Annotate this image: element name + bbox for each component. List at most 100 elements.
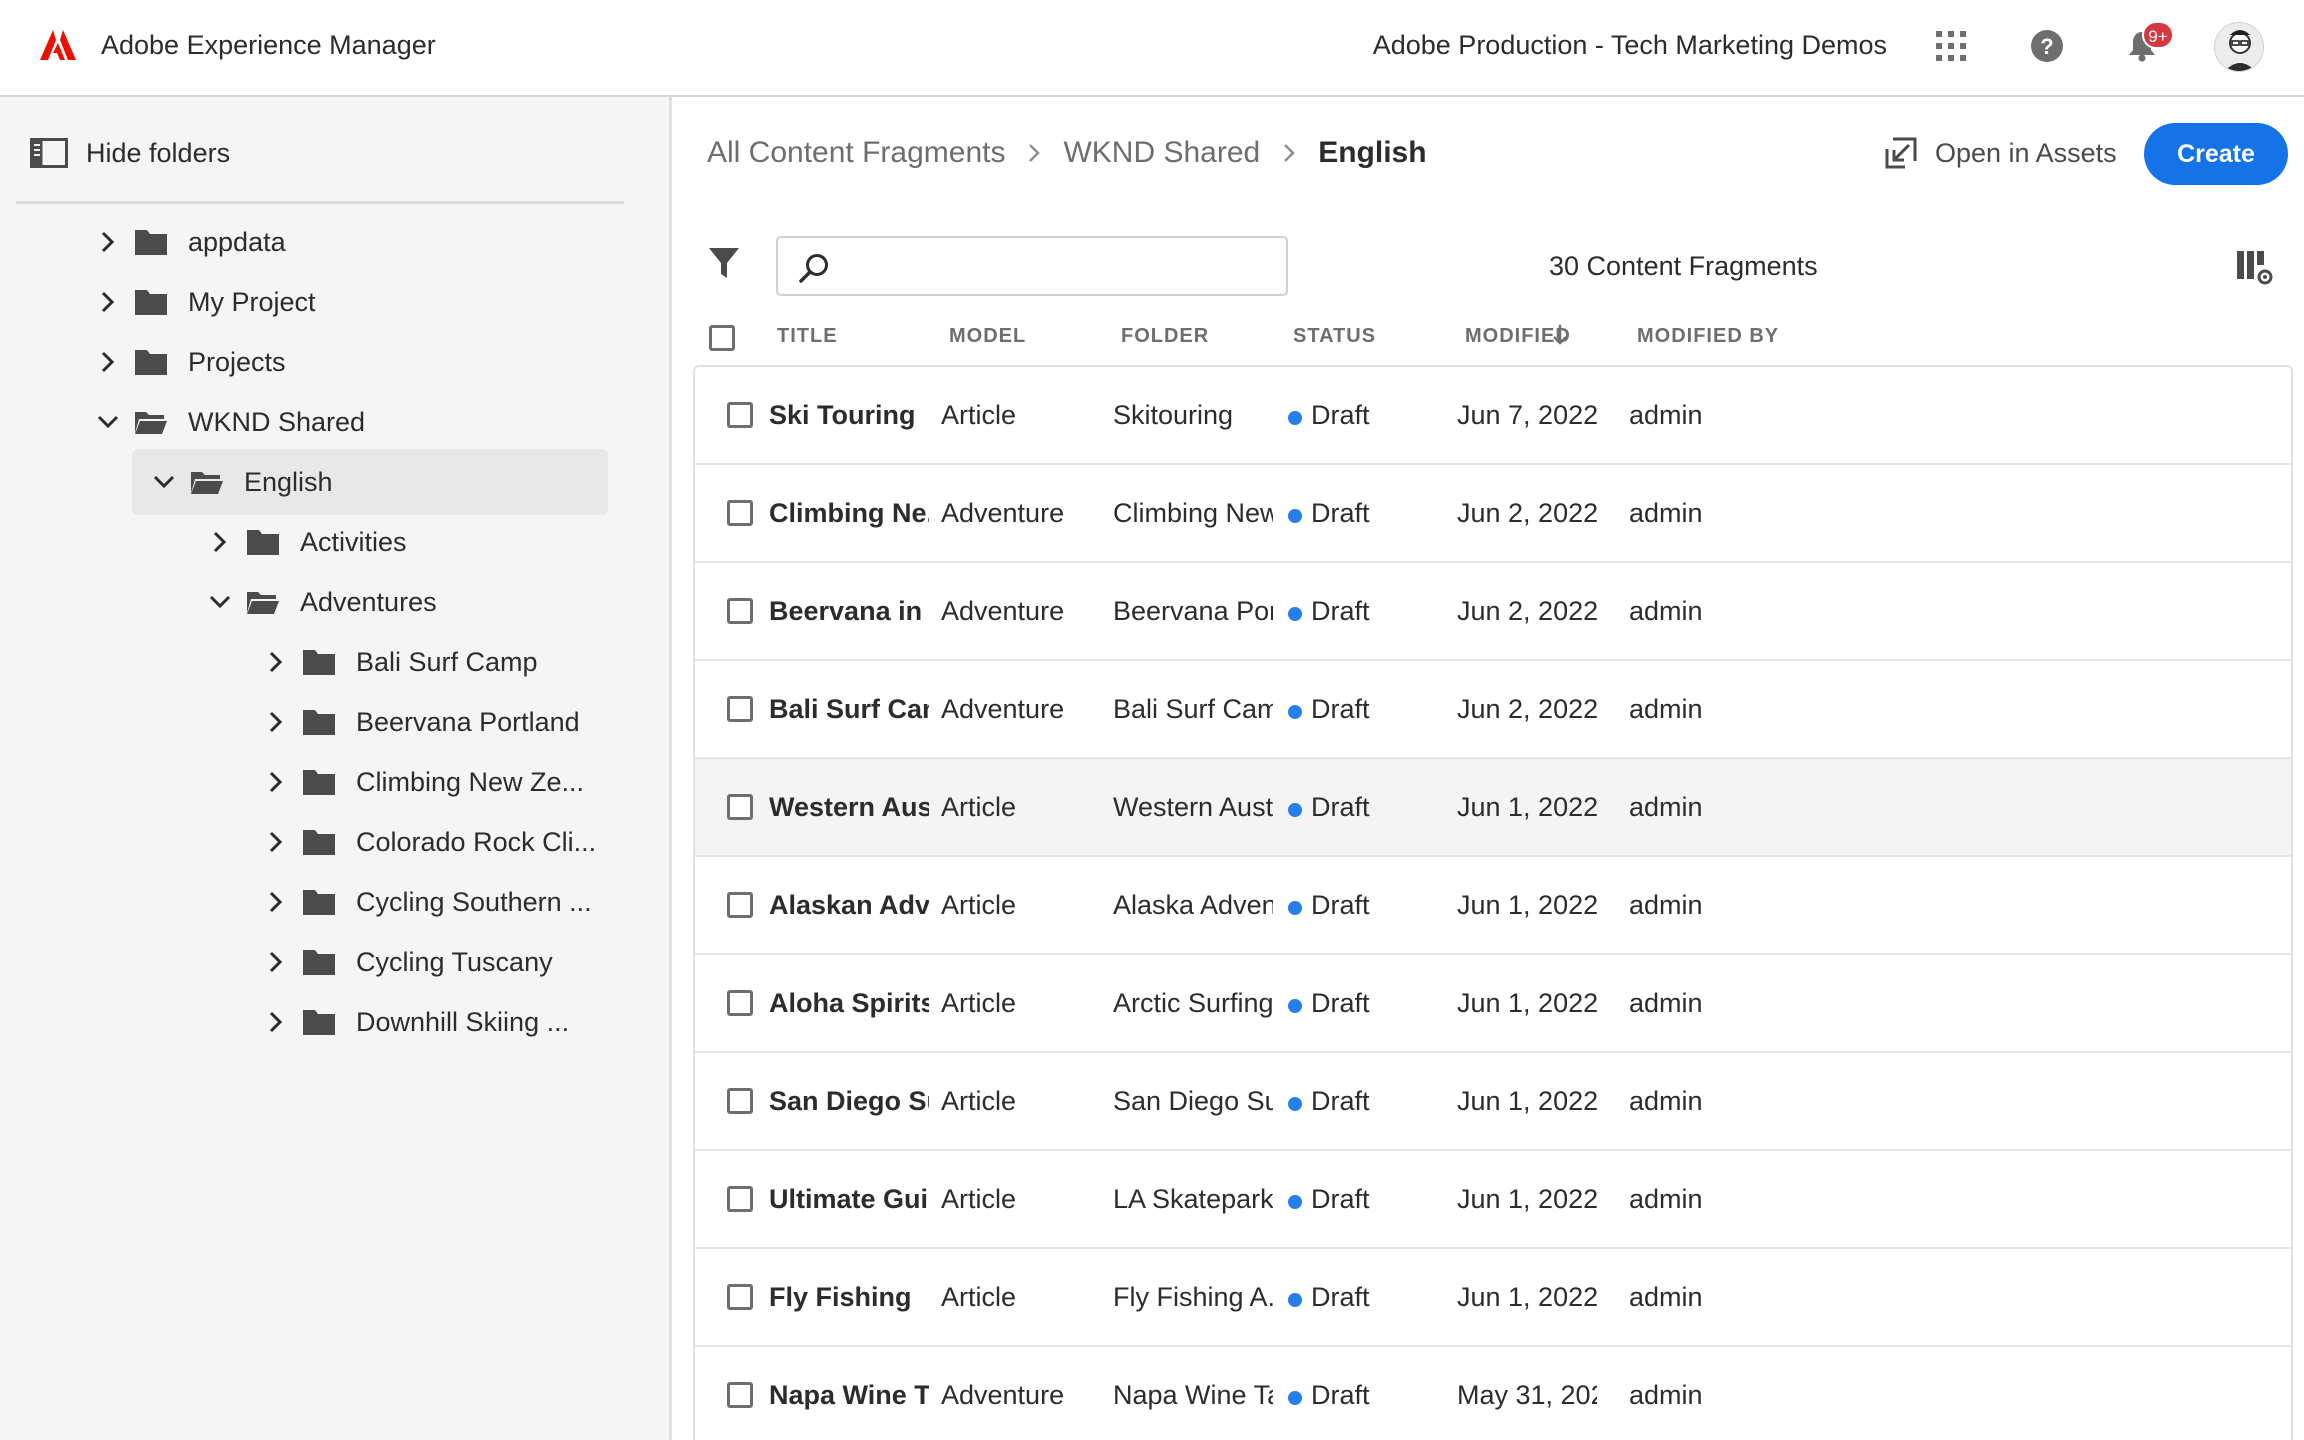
tree-item[interactable]: Downhill Skiing ... [264,989,569,1055]
chevron-right-icon[interactable] [264,1010,288,1034]
tree-item[interactable]: Bali Surf Camp [264,629,538,695]
tree-item[interactable]: appdata [96,209,286,275]
row-checkbox[interactable] [727,1382,753,1408]
tree-item[interactable]: Activities [208,509,407,575]
org-switcher[interactable]: Adobe Production - Tech Marketing Demos [1373,30,1887,61]
cell-modified: Jun 2, 2022, 11:19 A [1457,694,1597,724]
row-checkbox[interactable] [727,794,753,820]
chevron-right-icon[interactable] [264,710,288,734]
tree-item-label: Beervana Portland [356,706,580,737]
status-dot-icon [1288,1195,1302,1209]
cell-title[interactable]: Bali Surf Camp [769,694,929,725]
chevron-right-icon[interactable] [264,770,288,794]
tree-item[interactable]: Climbing New Ze... [264,749,584,815]
chevron-down-icon[interactable] [208,590,232,614]
column-settings-icon[interactable] [2235,247,2275,287]
row-checkbox[interactable] [727,402,753,428]
select-all-checkbox[interactable] [709,325,735,351]
cell-status: Draft [1311,1184,1370,1214]
help-icon[interactable]: ? [2025,24,2069,68]
cell-title[interactable]: Alaskan Adve... [769,890,929,921]
column-header-title[interactable]: TITLE [777,325,838,348]
tree-item[interactable]: Projects [96,329,286,395]
table-row[interactable]: San Diego Su... Article San Diego Sur... Dr… [695,1053,2291,1151]
row-checkbox[interactable] [727,598,753,624]
tree-item-label: English [244,466,333,497]
row-checkbox[interactable] [727,696,753,722]
tree-item[interactable]: Beervana Portland [264,689,580,755]
table-row[interactable]: Ultimate Gui... Article LA Skateparks Draft… [695,1151,2291,1249]
cell-title[interactable]: Climbing Ne... [769,498,929,529]
table-row[interactable]: Western Aust... Article Western Austr... Dr… [695,759,2291,857]
cell-title[interactable]: Beervana in ... [769,596,929,627]
adobe-logo-icon[interactable] [40,30,76,60]
tree-item-label: Climbing New Ze... [356,766,585,797]
chevron-right-icon[interactable] [96,230,120,254]
tree-item[interactable]: English [132,449,608,515]
avatar[interactable] [2214,22,2264,72]
row-checkbox[interactable] [727,1088,753,1114]
chevron-right-icon[interactable] [264,950,288,974]
breadcrumb-wknd-shared[interactable]: WKND Shared [1063,136,1260,170]
table-row[interactable]: Alaskan Adve... Article Alaska Advent... Dr… [695,857,2291,955]
tree-item[interactable]: Colorado Rock Cli... [264,809,596,875]
row-checkbox[interactable] [727,892,753,918]
hide-folders-button[interactable]: Hide folders [30,133,230,173]
apps-grid-icon[interactable] [1929,24,1973,68]
column-header-status[interactable]: STATUS [1293,325,1376,348]
table-row[interactable]: Climbing Ne... Adventure Climbing New... Dr… [695,465,2291,563]
row-checkbox[interactable] [727,1284,753,1310]
app-title[interactable]: Adobe Experience Manager [101,30,436,61]
chevron-down-icon[interactable] [152,470,176,494]
sort-descending-icon[interactable] [1551,323,1569,347]
tree-item[interactable]: WKND Shared [96,389,365,455]
chevron-right-icon[interactable] [96,350,120,374]
chevron-right-icon[interactable] [96,290,120,314]
row-checkbox[interactable] [727,1186,753,1212]
cell-modified-by: admin [1629,596,1703,626]
tree-item[interactable]: My Project [96,269,316,335]
table-row[interactable]: Ski Touring Article Skitouring Draft Jun 7, … [695,367,2291,465]
table-row[interactable]: Aloha Spirits ... Article Arctic Surfing Dr… [695,955,2291,1053]
tree-item[interactable]: Cycling Southern ... [264,869,592,935]
column-header-model[interactable]: MODEL [949,325,1026,348]
search-icon [799,254,828,283]
cell-modified-by: admin [1629,792,1703,822]
filter-icon[interactable] [706,245,742,281]
rail-divider [16,201,624,204]
table-row[interactable]: Bali Surf Camp Adventure Bali Surf Camp Dra… [695,661,2291,759]
open-in-assets-button[interactable]: Open in Assets [1883,133,2117,173]
search-field[interactable] [776,236,1288,296]
row-checkbox[interactable] [727,990,753,1016]
cell-modified-by: admin [1629,1380,1703,1410]
column-header-folder[interactable]: FOLDER [1121,325,1209,348]
chevron-right-icon[interactable] [264,650,288,674]
table-row[interactable]: Fly Fishing Article Fly Fishing A... Draft J… [695,1249,2291,1347]
chevron-right-icon[interactable] [208,530,232,554]
column-header-modified-by[interactable]: MODIFIED BY [1637,325,1779,348]
tree-item-label: Cycling Southern ... [356,886,592,917]
tree-item[interactable]: Cycling Tuscany [264,929,553,995]
cell-title[interactable]: Napa Wine Ta... [769,1380,929,1411]
tree-item-label: Adventures [300,586,437,617]
chevron-down-icon[interactable] [96,410,120,434]
cell-title[interactable]: Fly Fishing [769,1282,912,1313]
table-row[interactable]: Napa Wine Ta... Adventure Napa Wine Ta... D… [695,1347,2291,1440]
cell-title[interactable]: Aloha Spirits ... [769,988,929,1019]
table-row[interactable]: Beervana in ... Adventure Beervana Port...… [695,563,2291,661]
create-button[interactable]: Create [2144,123,2288,185]
cell-title[interactable]: Ski Touring [769,400,916,431]
cell-title[interactable]: Ultimate Gui... [769,1184,929,1215]
tree-item[interactable]: Adventures [208,569,437,635]
folder-icon [134,348,168,376]
row-checkbox[interactable] [727,500,753,526]
status-dot-icon [1288,1293,1302,1307]
breadcrumb-all-content-fragments[interactable]: All Content Fragments [707,136,1005,170]
cell-title[interactable]: Western Aust... [769,792,929,823]
chevron-right-icon[interactable] [264,830,288,854]
chevron-right-icon[interactable] [264,890,288,914]
search-input[interactable] [842,242,1278,290]
cell-title[interactable]: San Diego Su... [769,1086,929,1117]
folder-open-icon [190,468,224,496]
cell-status: Draft [1311,1086,1370,1116]
